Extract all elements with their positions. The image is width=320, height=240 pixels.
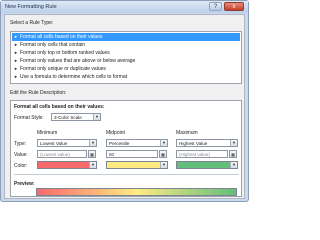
- rule-type-list[interactable]: ► Format all cells based on their values …: [10, 31, 242, 84]
- minimum-header: Minimum: [37, 130, 58, 136]
- range-picker-icon: ▦: [90, 152, 94, 157]
- preview-color-scale: [36, 188, 237, 196]
- chevron-down-icon: ▼: [230, 162, 237, 168]
- maximum-header: Maximum: [176, 130, 198, 136]
- title-bar: New Formatting Rule ? x: [1, 1, 248, 13]
- rule-type-item-label: Format only top or bottom ranked values: [20, 50, 110, 56]
- minimum-type-value: Lowest Value: [40, 141, 68, 146]
- rule-type-item-label: Format only unique or duplicate values: [20, 66, 106, 72]
- chevron-down-icon: ▼: [93, 114, 100, 120]
- rule-type-item[interactable]: ► Format all cells based on their values: [12, 33, 240, 41]
- chevron-down-icon: ▼: [230, 140, 237, 146]
- color-row-label: Color:: [14, 163, 28, 169]
- window-title: New Formatting Rule: [5, 4, 57, 10]
- new-formatting-rule-dialog: New Formatting Rule ? x Select a Rule Ty…: [0, 0, 249, 202]
- range-picker-icon: ▦: [161, 152, 165, 157]
- dialog-body: Select a Rule Type: ► Format all cells ba…: [4, 14, 245, 199]
- midpoint-color-picker[interactable]: ▼: [106, 161, 168, 169]
- rule-type-item[interactable]: ► Use a formula to determine which cells …: [12, 73, 240, 81]
- minimum-color-picker[interactable]: ▼: [37, 161, 97, 169]
- maximum-type-value: Highest Value: [179, 141, 208, 146]
- rule-type-item[interactable]: ► Format only cells that contain: [12, 41, 240, 49]
- midpoint-range-picker-button[interactable]: ▦: [159, 150, 167, 158]
- rule-type-label: Select a Rule Type:: [10, 20, 54, 26]
- divider: [14, 174, 239, 175]
- description-heading: Format all cells based on their values:: [14, 104, 105, 110]
- help-button[interactable]: ?: [209, 2, 222, 11]
- minimum-value-input[interactable]: (Lowest value): [37, 150, 87, 158]
- maximum-type-select[interactable]: Highest Value ▼: [176, 139, 238, 147]
- close-button[interactable]: x: [224, 2, 244, 11]
- midpoint-header: Midpoint: [106, 130, 125, 136]
- rule-type-item-label: Use a formula to determine which cells t…: [20, 74, 127, 80]
- maximum-value-input[interactable]: (Highest value): [176, 150, 228, 158]
- maximum-range-picker-button[interactable]: ▦: [229, 150, 237, 158]
- rule-type-item-label: Format all cells based on their values: [20, 34, 103, 40]
- maximum-color-picker[interactable]: ▼: [176, 161, 238, 169]
- format-style-label: Format Style:: [14, 115, 44, 121]
- midpoint-value-input[interactable]: 50: [106, 150, 158, 158]
- rule-type-item-label: Format only values that are above or bel…: [20, 58, 136, 64]
- minimum-range-picker-button[interactable]: ▦: [88, 150, 96, 158]
- format-style-value: 3-Color Scale: [54, 115, 82, 120]
- chevron-down-icon: ▼: [89, 140, 96, 146]
- rule-type-item[interactable]: ► Format only unique or duplicate values: [12, 65, 240, 73]
- rule-type-item[interactable]: ► Format only values that are above or be…: [12, 57, 240, 65]
- format-style-select[interactable]: 3-Color Scale ▼: [51, 113, 101, 121]
- chevron-down-icon: ▼: [89, 162, 96, 168]
- type-row-label: Type:: [14, 141, 27, 147]
- midpoint-type-value: Percentile: [109, 141, 130, 146]
- minimum-type-select[interactable]: Lowest Value ▼: [37, 139, 97, 147]
- chevron-down-icon: ▼: [160, 140, 167, 146]
- range-picker-icon: ▦: [231, 152, 235, 157]
- rule-description-panel: Format all cells based on their values: …: [10, 100, 242, 197]
- rule-description-label: Edit the Rule Description:: [10, 90, 67, 96]
- rule-type-item[interactable]: ► Format only top or bottom ranked values: [12, 49, 240, 57]
- chevron-down-icon: ▼: [160, 162, 167, 168]
- value-row-label: Value:: [14, 152, 28, 158]
- midpoint-type-select[interactable]: Percentile ▼: [106, 139, 168, 147]
- preview-label: Preview:: [14, 181, 35, 187]
- rule-type-item-label: Format only cells that contain: [20, 42, 86, 48]
